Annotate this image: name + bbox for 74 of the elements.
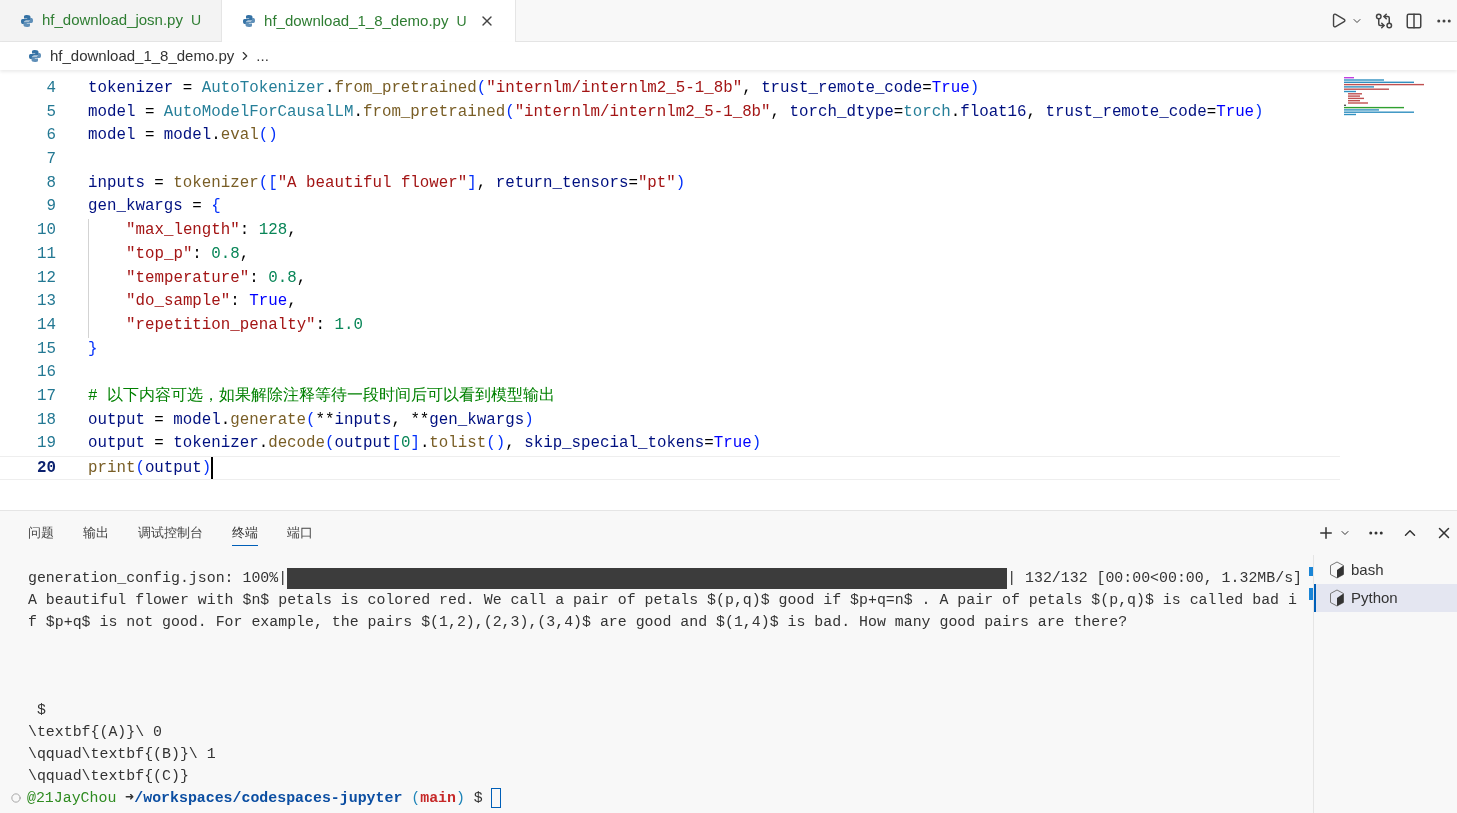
split-editor-icon[interactable] xyxy=(1405,11,1423,30)
line-number: 15 xyxy=(36,338,56,360)
panel-tab[interactable]: 问题 xyxy=(28,520,54,546)
code-line: tokenizer = AutoTokenizer.from_pretrained("internlm/internlm2_5-1_8b", trust_remote_code=True) xyxy=(88,78,980,99)
prompt-path: /workspaces/codespaces-jupyter xyxy=(134,789,403,808)
terminal-text: $ xyxy=(35,702,46,718)
line-number: 18 xyxy=(36,409,56,431)
code-line: model = model.eval() xyxy=(88,125,278,147)
editor-tab[interactable]: hf_download_josn.py U xyxy=(0,0,223,42)
line-number: 4 xyxy=(45,78,56,99)
breadcrumb-file[interactable]: hf_download_1_8_demo.py xyxy=(50,44,235,68)
scroll-marker xyxy=(1309,588,1313,600)
terminal-session[interactable]: bash xyxy=(1314,556,1457,584)
line-number: 20 xyxy=(36,458,56,479)
line-number: 13 xyxy=(36,291,56,313)
run-icon[interactable] xyxy=(1330,12,1347,29)
line-number: 6 xyxy=(45,125,56,147)
code-line: } xyxy=(88,338,98,360)
tab-label: hf_download_1_8_demo.py xyxy=(264,10,449,31)
panel-tab[interactable]: 输出 xyxy=(83,520,109,546)
line-number: 19 xyxy=(36,433,56,455)
prompt-branch: (main) xyxy=(411,789,465,808)
editor-tab[interactable]: hf_download_1_8_demo.py U xyxy=(222,0,516,42)
terminal-text: A beautiful flower with $n$ petals is colored red. We call a pair of petals $(p,q)$ good if $p+q=n$ . A pair of petals $(p,q)$ is called bad i xyxy=(28,592,1297,608)
panel-tab[interactable]: 调试控制台 xyxy=(138,520,203,546)
code-line: "top_p": 0.8, xyxy=(126,243,250,265)
line-number: 17 xyxy=(36,385,56,407)
prompt-arrow: ➜ xyxy=(125,789,135,808)
panel-tab[interactable]: 终端 xyxy=(232,520,258,546)
scroll-marker xyxy=(1309,567,1313,576)
code-line: # 以下内容可选，如果解除注释等待一段时间后可以看到模型输出 xyxy=(88,385,555,407)
prompt-user: @21JayChou xyxy=(27,789,117,808)
line-number: 7 xyxy=(45,149,56,171)
python-file-icon xyxy=(28,49,42,63)
terminal-text: | 132/132 [00:00<00:00, 1.32MB/s] xyxy=(1007,569,1303,588)
line-number: 5 xyxy=(45,101,56,123)
code-line: output = tokenizer.decode(output[0].tolist(), skip_special_tokens=True) xyxy=(88,433,762,455)
line-number: 9 xyxy=(45,196,56,218)
line-number: 8 xyxy=(45,172,56,194)
code-line: "max_length": 128, xyxy=(126,220,297,242)
terminal-text: \qquad\textbf{(B)}\ 1 xyxy=(28,746,216,762)
prompt-symbol: $ xyxy=(473,789,483,808)
compare-changes-icon[interactable] xyxy=(1375,11,1393,30)
line-number: 12 xyxy=(36,267,56,289)
code-line: inputs = tokenizer(["A beautiful flower"], return_tensors="pt") xyxy=(88,172,686,194)
code-line: model = AutoModelForCausalLM.from_pretrained("internlm/internlm2_5-1_8b", torch_dtype=torch.float16, trust_remote_code=True) xyxy=(88,101,1264,123)
terminal-session[interactable]: Python xyxy=(1314,584,1457,612)
tab-label: hf_download_josn.py xyxy=(42,10,183,31)
text-cursor xyxy=(211,457,214,479)
code-line: output = model.generate(**inputs, **gen_kwargs) xyxy=(88,409,534,431)
panel-tab[interactable]: 端口 xyxy=(287,520,313,546)
line-number: 14 xyxy=(36,314,56,336)
terminal-cube-icon xyxy=(1329,589,1345,607)
code-line: gen_kwargs = { xyxy=(88,196,221,218)
status-letter: U xyxy=(190,11,202,30)
terminal-text: \textbf{(A)}\ 0 xyxy=(28,724,163,740)
line-number: 10 xyxy=(36,220,56,242)
code-line: "do_sample": True, xyxy=(126,291,297,313)
line-number: 16 xyxy=(36,362,56,384)
python-file-icon xyxy=(20,13,34,28)
status-circle-icon xyxy=(11,793,21,803)
line-number: 11 xyxy=(36,243,56,265)
breadcrumb-more[interactable]: ... xyxy=(256,44,269,68)
python-file-icon xyxy=(242,14,257,28)
terminal-cube-icon xyxy=(1329,561,1345,579)
terminal-text: generation_config.json: 100%| xyxy=(28,569,288,588)
terminal-text: f $p+q$ is not good. For example, the pairs $(1,2),(2,3),(3,4)$ are good and $(1,4)$ is bad. How many good pairs are there? xyxy=(28,614,1128,630)
code-line: "temperature": 0.8, xyxy=(126,267,307,289)
status-letter: U xyxy=(456,11,467,31)
add-terminal-icon[interactable] xyxy=(1317,524,1335,542)
terminal-cursor xyxy=(490,788,501,808)
terminal-text: \qquad\textbf{(C)} xyxy=(28,768,189,784)
code-line: "repetition_penalty": 1.0 xyxy=(126,314,363,336)
code-line: print(output) xyxy=(88,457,214,479)
